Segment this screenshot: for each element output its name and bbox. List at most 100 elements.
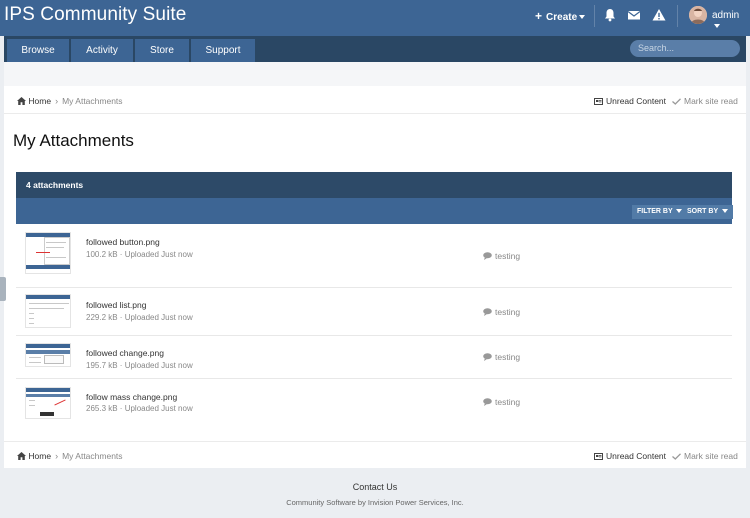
thumbnail-line bbox=[29, 308, 64, 309]
attachment-topic-label: testing bbox=[495, 352, 521, 362]
comment-icon bbox=[483, 353, 492, 361]
side-drawer-handle[interactable] bbox=[0, 277, 6, 301]
row-divider bbox=[16, 287, 732, 288]
check-icon bbox=[672, 97, 681, 105]
warning-icon[interactable] bbox=[652, 8, 666, 22]
row-divider bbox=[16, 335, 732, 336]
thumbnail-line bbox=[46, 242, 66, 243]
sort-by-button[interactable]: SORT BY bbox=[682, 205, 733, 219]
thumbnail-bar bbox=[26, 295, 70, 299]
search-input[interactable] bbox=[630, 40, 740, 57]
create-button[interactable]: + Create bbox=[535, 9, 586, 23]
attachment-name[interactable]: follow mass change.png bbox=[86, 392, 177, 402]
attachment-meta: 100.2 kB · Uploaded Just now bbox=[86, 250, 193, 259]
divider bbox=[4, 441, 746, 442]
breadcrumb-current: My Attachments bbox=[62, 96, 123, 106]
tab-support[interactable]: Support bbox=[191, 39, 255, 62]
breadcrumb-current: My Attachments bbox=[62, 451, 123, 461]
chevron-right-icon: › bbox=[55, 96, 59, 106]
mark-site-read-link[interactable]: Mark site read bbox=[672, 96, 738, 106]
header-divider bbox=[677, 5, 678, 27]
unread-content-link[interactable]: Unread Content bbox=[594, 96, 666, 106]
breadcrumb-home-label: Home bbox=[28, 96, 52, 106]
attachment-topic-label: testing bbox=[495, 397, 521, 407]
tab-activity[interactable]: Activity bbox=[71, 39, 133, 62]
plus-icon: + bbox=[535, 9, 543, 23]
copyright-text: Community Software by Invision Power Ser… bbox=[286, 498, 464, 507]
newspaper-icon bbox=[594, 97, 603, 105]
tab-store[interactable]: Store bbox=[135, 39, 189, 62]
chevron-down-icon bbox=[721, 209, 728, 214]
breadcrumb-home[interactable]: Home bbox=[17, 451, 51, 461]
filter-by-label: FILTER BY bbox=[637, 208, 673, 215]
home-icon bbox=[17, 97, 26, 105]
thumbnail-bar bbox=[26, 344, 70, 348]
unread-content-label: Unread Content bbox=[606, 451, 667, 461]
attachment-meta: 195.7 kB · Uploaded Just now bbox=[86, 361, 193, 370]
thumbnail-line bbox=[29, 303, 69, 304]
attachment-topic-link[interactable]: testing bbox=[483, 397, 520, 407]
attachments-toolbar bbox=[16, 198, 732, 224]
attachment-meta: 265.3 kB · Uploaded Just now bbox=[86, 404, 193, 413]
attachment-meta: 229.2 kB · Uploaded Just now bbox=[86, 313, 193, 322]
create-label: Create bbox=[546, 12, 578, 23]
mark-site-read-label: Mark site read bbox=[684, 96, 738, 106]
attachment-name[interactable]: followed button.png bbox=[86, 237, 160, 247]
mark-site-read-link[interactable]: Mark site read bbox=[672, 451, 738, 461]
attachment-topic-link[interactable]: testing bbox=[483, 251, 520, 261]
attachment-name[interactable]: followed list.png bbox=[86, 300, 146, 310]
sort-by-label: SORT BY bbox=[687, 208, 718, 215]
check-icon bbox=[672, 452, 681, 460]
thumbnail-line bbox=[29, 318, 34, 319]
attachment-topic-label: testing bbox=[495, 251, 521, 261]
attachment-name[interactable]: followed change.png bbox=[86, 348, 164, 358]
user-menu[interactable]: admin bbox=[712, 10, 750, 32]
chevron-down-icon bbox=[714, 24, 720, 29]
comment-icon bbox=[483, 252, 492, 260]
thumbnail-bar bbox=[26, 350, 70, 354]
envelope-icon[interactable] bbox=[627, 8, 641, 22]
sub-nav-bar bbox=[4, 62, 746, 86]
thumbnail-bar bbox=[26, 265, 70, 269]
chevron-right-icon: › bbox=[55, 451, 59, 461]
site-title[interactable]: IPS Community Suite bbox=[4, 4, 186, 26]
divider bbox=[4, 113, 746, 114]
thumbnail-dialog bbox=[44, 355, 64, 364]
thumbnail-arrow bbox=[36, 252, 50, 253]
attachment-thumbnail[interactable] bbox=[25, 343, 71, 367]
thumbnail-line bbox=[29, 400, 35, 401]
filter-by-button[interactable]: FILTER BY bbox=[632, 205, 688, 219]
breadcrumb-bottom: Home › My Attachments bbox=[17, 451, 123, 461]
comment-icon bbox=[483, 308, 492, 316]
thumbnail-bar bbox=[26, 388, 70, 392]
contact-us-link[interactable]: Contact Us bbox=[0, 482, 750, 492]
newspaper-icon bbox=[594, 452, 603, 460]
bell-icon[interactable] bbox=[603, 8, 617, 22]
unread-content-label: Unread Content bbox=[606, 96, 667, 106]
row-divider bbox=[16, 378, 732, 379]
thumbnail-toolbar bbox=[40, 412, 54, 416]
mark-site-read-label: Mark site read bbox=[684, 451, 738, 461]
thumbnail-bar bbox=[26, 394, 70, 397]
thumbnail-line bbox=[46, 257, 66, 258]
site-header: IPS Community Suite + Create admin bbox=[0, 0, 750, 36]
breadcrumb-home-label: Home bbox=[28, 451, 52, 461]
attachment-thumbnail[interactable] bbox=[25, 294, 71, 328]
unread-content-link[interactable]: Unread Content bbox=[594, 451, 666, 461]
home-icon bbox=[17, 452, 26, 460]
avatar[interactable] bbox=[689, 6, 707, 24]
attachment-topic-link[interactable]: testing bbox=[483, 307, 520, 317]
attachment-thumbnail[interactable] bbox=[25, 232, 71, 274]
attachment-topic-link[interactable]: testing bbox=[483, 352, 520, 362]
avatar-image bbox=[689, 6, 707, 24]
breadcrumb-home[interactable]: Home bbox=[17, 96, 51, 106]
user-name: admin bbox=[712, 10, 740, 21]
chevron-down-icon bbox=[579, 15, 586, 20]
attachment-thumbnail[interactable] bbox=[25, 387, 71, 419]
thumbnail-line bbox=[29, 313, 34, 314]
thumbnail-line bbox=[29, 362, 41, 363]
thumbnail-line bbox=[29, 323, 34, 324]
attachment-topic-label: testing bbox=[495, 307, 521, 317]
header-divider bbox=[594, 5, 595, 27]
tab-browse[interactable]: Browse bbox=[7, 39, 69, 62]
